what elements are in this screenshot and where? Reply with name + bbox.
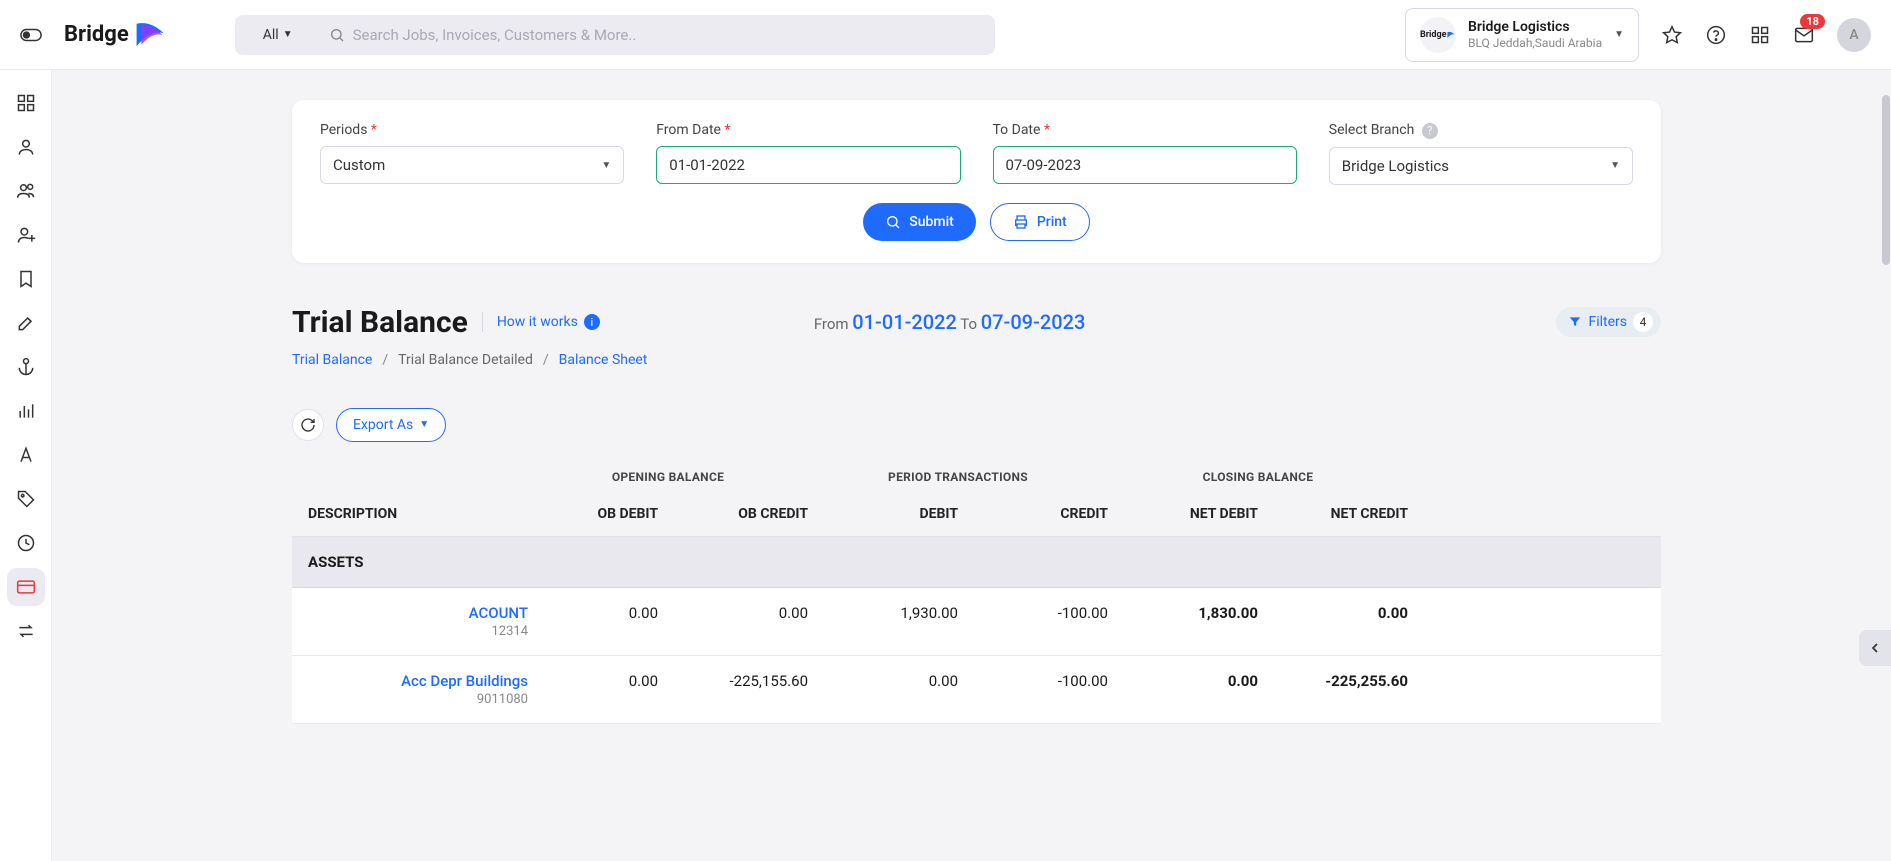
- company-selector[interactable]: Bridge Bridge Logistics BLQ Jeddah,Saudi…: [1405, 8, 1639, 62]
- submit-button[interactable]: Submit: [863, 203, 976, 241]
- col-net-debit: NET DEBIT: [1108, 506, 1258, 522]
- breadcrumb-balance-sheet[interactable]: Balance Sheet: [559, 352, 648, 368]
- search-icon: [329, 27, 345, 43]
- caret-down-icon: ▼: [419, 419, 429, 430]
- sidebar-card-icon[interactable]: [7, 568, 45, 606]
- app-logo[interactable]: Bridge: [64, 22, 167, 48]
- periods-label: Periods *: [320, 122, 624, 138]
- help-icon[interactable]: ?: [1422, 123, 1438, 139]
- refresh-icon: [300, 417, 316, 433]
- sidebar-anchor-icon[interactable]: [7, 348, 45, 386]
- company-location: BLQ Jeddah,Saudi Arabia: [1468, 36, 1602, 52]
- filter-panel: Periods * Custom ▼ From Date * 01-01-202…: [292, 100, 1661, 263]
- export-button[interactable]: Export As ▼: [336, 408, 446, 442]
- to-date-input[interactable]: 07-09-2023: [993, 146, 1297, 184]
- account-link[interactable]: Acc Depr Buildings: [308, 672, 528, 690]
- filter-icon: [1568, 315, 1582, 329]
- breadcrumb-trial-balance[interactable]: Trial Balance: [292, 352, 372, 368]
- how-it-works-link[interactable]: How it works i: [497, 314, 600, 330]
- sidebar-bookmark-icon[interactable]: [7, 260, 45, 298]
- sidebar-user-icon[interactable]: [7, 128, 45, 166]
- left-sidebar: [0, 70, 52, 861]
- breadcrumb-detailed: Trial Balance Detailed: [398, 352, 533, 368]
- sidebar-dashboard-icon[interactable]: [7, 84, 45, 122]
- print-button[interactable]: Print: [990, 203, 1090, 241]
- search-input[interactable]: [353, 15, 995, 55]
- filters-button[interactable]: Filters 4: [1556, 307, 1661, 337]
- account-code: 9011080: [308, 692, 528, 707]
- filters-count-badge: 4: [1633, 312, 1653, 332]
- caret-down-icon: ▼: [1614, 29, 1624, 40]
- col-debit: DEBIT: [808, 506, 958, 522]
- sidebar-chart-icon[interactable]: [7, 392, 45, 430]
- print-icon: [1013, 214, 1029, 230]
- account-code: 12314: [308, 624, 528, 639]
- search-icon: [885, 214, 901, 230]
- scrollbar[interactable]: [1882, 95, 1890, 265]
- date-range-display: From 01-01-2022 To 07-09-2023: [814, 310, 1086, 334]
- star-icon[interactable]: [1661, 24, 1683, 46]
- table-row: Acc Depr Buildings 9011080 0.00 -225,155…: [292, 656, 1661, 724]
- col-ob-credit: OB CREDIT: [658, 506, 808, 522]
- mail-icon[interactable]: 18: [1793, 24, 1815, 46]
- branch-select[interactable]: Bridge Logistics ▼: [1329, 147, 1633, 185]
- col-net-credit: NET CREDIT: [1258, 506, 1408, 522]
- refresh-button[interactable]: [292, 409, 324, 441]
- apps-grid-icon[interactable]: [1749, 24, 1771, 46]
- group-opening-header: OPENING BALANCE: [528, 470, 808, 484]
- col-description: DESCRIPTION: [308, 506, 528, 522]
- sidebar-users-icon[interactable]: [7, 172, 45, 210]
- periods-select[interactable]: Custom ▼: [320, 146, 624, 184]
- search-filter-label: All: [263, 27, 279, 43]
- sidebar-user-add-icon[interactable]: [7, 216, 45, 254]
- search-filter-dropdown[interactable]: All ▼: [235, 15, 321, 55]
- sidebar-edit-icon[interactable]: [7, 304, 45, 342]
- trial-balance-table: OPENING BALANCE PERIOD TRANSACTIONS CLOS…: [292, 462, 1661, 724]
- mail-badge: 18: [1800, 14, 1825, 29]
- collapse-panel-button[interactable]: [1859, 630, 1891, 666]
- sidebar-font-icon[interactable]: [7, 436, 45, 474]
- branch-label: Select Branch ?: [1329, 122, 1633, 139]
- sidebar-toggle-icon[interactable]: [20, 26, 44, 44]
- section-assets: ASSETS: [292, 537, 1661, 588]
- company-logo-icon: Bridge: [1420, 17, 1456, 53]
- breadcrumb: Trial Balance / Trial Balance Detailed /…: [292, 352, 1661, 368]
- table-row: ACOUNT 12314 0.00 0.00 1,930.00 -100.00 …: [292, 588, 1661, 656]
- col-ob-debit: OB DEBIT: [528, 506, 658, 522]
- account-link[interactable]: ACOUNT: [308, 604, 528, 622]
- from-date-input[interactable]: 01-01-2022: [656, 146, 960, 184]
- sidebar-tag-icon[interactable]: [7, 480, 45, 518]
- company-name: Bridge Logistics: [1468, 18, 1602, 36]
- caret-down-icon: ▼: [283, 29, 293, 40]
- group-period-header: PERIOD TRANSACTIONS: [808, 470, 1108, 484]
- page-title: Trial Balance: [292, 305, 468, 340]
- user-avatar[interactable]: A: [1837, 18, 1871, 52]
- chevron-left-icon: [1867, 640, 1883, 656]
- sidebar-clock-icon[interactable]: [7, 524, 45, 562]
- caret-down-icon: ▼: [601, 160, 611, 171]
- caret-down-icon: ▼: [1610, 160, 1620, 171]
- col-credit: CREDIT: [958, 506, 1108, 522]
- help-icon[interactable]: [1705, 24, 1727, 46]
- to-date-label: To Date *: [993, 122, 1297, 138]
- global-search: All ▼: [235, 15, 995, 55]
- from-date-label: From Date *: [656, 122, 960, 138]
- info-icon: i: [584, 314, 600, 330]
- group-closing-header: CLOSING BALANCE: [1108, 470, 1408, 484]
- sidebar-transfer-icon[interactable]: [7, 612, 45, 650]
